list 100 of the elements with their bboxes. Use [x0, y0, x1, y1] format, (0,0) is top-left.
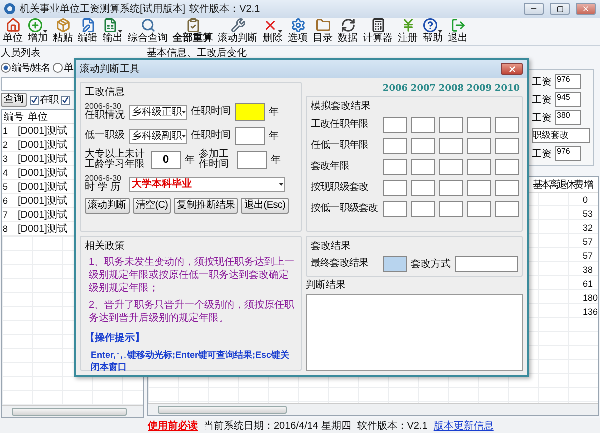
- toolbar-button[interactable]: 目录: [312, 18, 334, 44]
- dropdown[interactable]: 大学本科毕业: [129, 176, 285, 192]
- result-field[interactable]: [383, 138, 407, 154]
- table-cell-text: 53: [582, 209, 594, 219]
- table-cell-text: 7: [2, 210, 10, 220]
- toolbar-button[interactable]: 滚动判断: [217, 18, 259, 44]
- input-field[interactable]: 0: [151, 151, 181, 169]
- date-caption: 2006-6-30: [85, 175, 122, 183]
- maximize-icon: [556, 6, 564, 12]
- result-field[interactable]: [383, 256, 407, 272]
- dropdown[interactable]: 乡科级正职: [129, 104, 187, 120]
- toolbar-button[interactable]: 注册: [397, 18, 419, 44]
- text-field[interactable]: 职级套改: [532, 128, 590, 143]
- result-field[interactable]: [411, 138, 435, 154]
- input-field[interactable]: [455, 256, 518, 272]
- field-label: 低一职级: [85, 131, 125, 141]
- salary-field[interactable]: 976: [555, 146, 581, 161]
- checkbox[interactable]: [61, 96, 70, 104]
- toolbar-button[interactable]: 编辑: [77, 18, 99, 44]
- result-field[interactable]: [439, 138, 463, 154]
- row-label: 按现职级套改: [311, 182, 370, 194]
- result-field[interactable]: [467, 201, 491, 217]
- input-field[interactable]: [235, 127, 265, 145]
- toolbar-button[interactable]: 计算器: [362, 18, 394, 44]
- result-field[interactable]: [439, 201, 463, 217]
- radio-option[interactable]: 编号/姓名: [1, 61, 50, 75]
- judgement-box[interactable]: [306, 294, 523, 371]
- result-field[interactable]: [467, 138, 491, 154]
- group-title: 工改信息: [85, 87, 125, 98]
- salary-field[interactable]: 976: [555, 74, 581, 89]
- folder-icon: [316, 18, 330, 33]
- salary-field[interactable]: 380: [555, 110, 581, 125]
- close-icon: [582, 5, 590, 13]
- input-field[interactable]: [237, 151, 267, 169]
- toolbar-button[interactable]: 增加: [27, 18, 49, 44]
- radio-option[interactable]: 单: [52, 61, 73, 75]
- tips-text: Enter,↑,↓键移动光标;Enter键可查询结果;Esc键关闭本窗口: [90, 349, 291, 373]
- result-field[interactable]: [439, 159, 463, 175]
- result-field[interactable]: [439, 180, 463, 196]
- result-field[interactable]: [439, 117, 463, 133]
- toolbar-button[interactable]: 数据: [337, 18, 359, 44]
- section-title: 基本信息、工改后变化: [147, 48, 248, 59]
- result-field[interactable]: [467, 159, 491, 175]
- toolbar-button[interactable]: 删除: [262, 18, 284, 44]
- result-field[interactable]: [383, 201, 407, 217]
- table-cell-text: 38: [582, 265, 594, 275]
- result-field[interactable]: [495, 117, 519, 133]
- result-field[interactable]: [411, 117, 435, 133]
- toolbar-button[interactable]: 选项: [287, 18, 309, 44]
- result-field[interactable]: [411, 180, 435, 196]
- result-field[interactable]: [411, 159, 435, 175]
- row-label: 工改任职年限: [311, 119, 370, 131]
- column-header[interactable]: 编号: [2, 110, 26, 124]
- column-header[interactable]: 基本离退休费: [532, 178, 582, 192]
- result-field[interactable]: [495, 201, 519, 217]
- toolbar-button[interactable]: 综合查询: [127, 18, 169, 44]
- exit-icon: [450, 18, 466, 33]
- result-field[interactable]: [383, 159, 407, 175]
- result-field[interactable]: [383, 117, 407, 133]
- dropdown[interactable]: 乡科级副职: [129, 128, 187, 144]
- caret-icon: [438, 30, 443, 33]
- notice-link[interactable]: 使用前必读: [148, 418, 198, 432]
- action-button[interactable]: 复制推断结果: [174, 198, 238, 214]
- result-field[interactable]: [467, 117, 491, 133]
- action-button[interactable]: 滚动判断: [85, 198, 130, 214]
- table-cell-text: [D001]测试: [17, 152, 68, 166]
- plus-icon: [28, 18, 43, 33]
- result-field[interactable]: [495, 159, 519, 175]
- query-button[interactable]: 查询: [1, 93, 27, 107]
- minimize-button[interactable]: [524, 3, 544, 15]
- table-cell-text: 2: [2, 140, 10, 150]
- scrollbar[interactable]: [2, 405, 143, 417]
- update-link[interactable]: 版本更新信息: [434, 418, 494, 432]
- unit-label: 年: [269, 106, 279, 119]
- toolbar-button[interactable]: 帮助: [422, 18, 444, 44]
- action-button[interactable]: 清空(C): [132, 198, 172, 214]
- close-button[interactable]: [501, 63, 523, 75]
- result-field[interactable]: [495, 138, 519, 154]
- table-cell-text: 4: [2, 168, 10, 178]
- result-field[interactable]: [495, 180, 519, 196]
- result-field[interactable]: [383, 180, 407, 196]
- field-label: 套改方式: [411, 258, 451, 271]
- box-icon: [56, 18, 70, 33]
- toolbar-button[interactable]: 单位: [2, 18, 24, 44]
- toolbar-button[interactable]: 输出: [102, 18, 124, 44]
- input-field[interactable]: [235, 103, 265, 121]
- column-header[interactable]: 增: [582, 178, 598, 192]
- table-cell-text: [D001]测试: [17, 208, 68, 222]
- result-field[interactable]: [411, 201, 435, 217]
- toolbar-button[interactable]: 退出: [447, 18, 469, 44]
- toolbar-button[interactable]: 全部重算: [172, 18, 214, 44]
- checkbox[interactable]: [30, 96, 39, 104]
- action-button[interactable]: 退出(Esc): [241, 198, 289, 214]
- toolbar-button[interactable]: 粘贴: [52, 18, 74, 44]
- settings-icon: [290, 18, 306, 33]
- result-field[interactable]: [467, 180, 491, 196]
- table-cell: 136: [582, 307, 598, 317]
- scrollbar[interactable]: [148, 403, 598, 415]
- maximize-button[interactable]: [550, 3, 570, 15]
- salary-field[interactable]: 945: [555, 92, 581, 107]
